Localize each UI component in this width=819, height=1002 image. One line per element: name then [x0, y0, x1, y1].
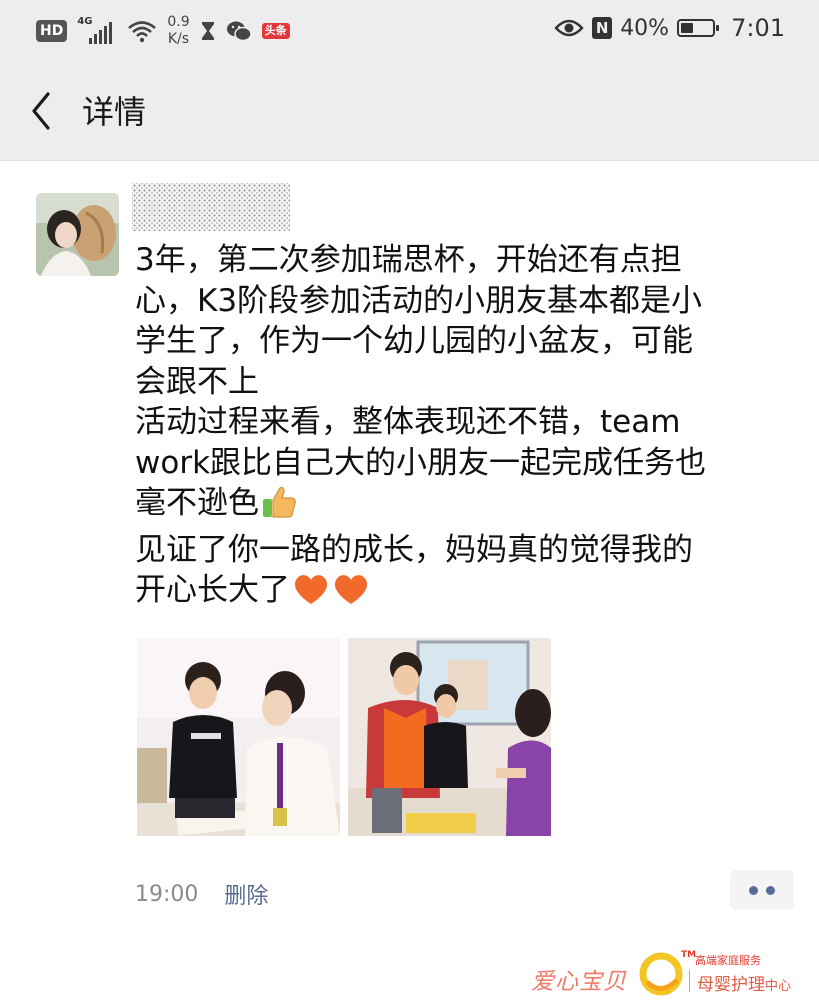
post-line-text: 开心长大了 — [135, 572, 290, 608]
post-line-text: 毫不逊色 — [135, 485, 259, 521]
watermark-center-main: 母婴护理 — [697, 975, 765, 995]
photo-grid — [137, 638, 551, 836]
signal-icon: 4G — [77, 16, 117, 46]
toutiao-icon: 头条 — [261, 23, 290, 39]
post-line: 会跟不上 — [135, 363, 259, 400]
username-redacted[interactable] — [132, 183, 290, 231]
photo-image — [348, 638, 551, 836]
post-line-with-emoji: 开心长大了 — [135, 570, 785, 617]
status-bar-left: HD 4G 0.9 K/s 头条 — [36, 14, 290, 48]
watermark-tagline: 高端家庭服务 — [695, 954, 761, 967]
status-bar: HD 4G 0.9 K/s 头条 N 40% 7:01 — [0, 0, 819, 62]
hourglass-icon — [201, 22, 214, 40]
nfc-icon: N — [592, 17, 613, 39]
battery-icon — [677, 19, 720, 37]
orange-heart-icon — [292, 572, 330, 617]
orange-heart-icon — [332, 572, 370, 617]
post-meta: 19:00 删除 — [135, 878, 268, 910]
post-text: 3年，第二次参加瑞思杯，开始还有点担 心，K3阶段参加活动的小朋友基本都是小 学… — [135, 240, 785, 617]
watermark-tm: TM — [681, 950, 697, 960]
page-title: 详情 — [82, 93, 147, 131]
dot-icon — [766, 885, 775, 895]
avatar-image — [36, 193, 119, 276]
wifi-icon — [128, 21, 157, 43]
brand-watermark: 爱心宝贝 TM 高端家庭服务 母婴护理中心 — [525, 946, 819, 1002]
post-line: work跟比自己大的小朋友一起完成任务也 — [135, 444, 707, 481]
post-line: 学生了，作为一个幼儿园的小盆友，可能 — [135, 323, 693, 359]
watermark-divider — [689, 970, 690, 992]
net-speed: 0.9 K/s — [167, 14, 189, 48]
status-bar-right: N 40% 7:01 — [554, 14, 785, 42]
net-speed-value: 0.9 — [167, 14, 190, 30]
back-button[interactable] — [24, 86, 64, 136]
post-time: 19:00 — [135, 881, 199, 907]
post-line-with-emoji: 毫不逊色 — [135, 483, 785, 530]
post-photo-1[interactable] — [137, 638, 340, 836]
post-line: 见证了你一路的成长，妈妈真的觉得我的 — [135, 531, 693, 568]
hd-icon: HD — [36, 20, 68, 42]
battery-fill — [681, 23, 694, 33]
post-line: 心，K3阶段参加活动的小朋友基本都是小 — [135, 282, 703, 319]
avatar[interactable] — [36, 193, 119, 276]
delete-link[interactable]: 删除 — [224, 878, 268, 910]
photo-image — [137, 638, 340, 836]
post-photo-2[interactable] — [348, 638, 551, 836]
chevron-left-icon — [32, 92, 50, 130]
nav-bar: 详情 — [0, 62, 819, 161]
battery-percent: 40% — [620, 15, 670, 41]
more-options-button[interactable] — [730, 870, 794, 910]
eye-icon — [554, 19, 584, 37]
thumbs-up-icon — [261, 485, 297, 530]
wechat-icon — [226, 21, 252, 42]
post-line: 活动过程来看，整体表现还不错，team — [135, 404, 681, 440]
dot-icon — [749, 885, 758, 895]
watermark-center: 母婴护理中心 — [697, 970, 791, 995]
net-speed-unit: K/s — [167, 31, 190, 47]
status-time: 7:01 — [731, 14, 785, 42]
post-line: 3年，第二次参加瑞思杯，开始还有点担 — [135, 242, 682, 278]
watermark-center-small: 中心 — [765, 979, 792, 994]
watermark-brand-name: 爱心宝贝 — [531, 969, 627, 995]
